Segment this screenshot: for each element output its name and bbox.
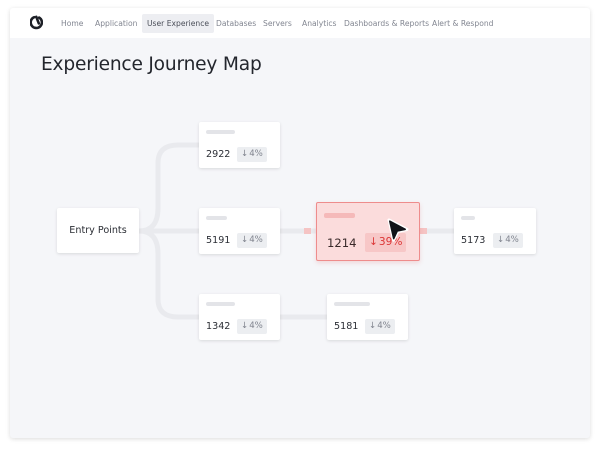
node-value: 1342 (206, 321, 231, 332)
node-value: 5181 (334, 321, 359, 332)
placeholder-bar (461, 216, 475, 220)
node-value: 5191 (206, 235, 231, 246)
placeholder-bar (206, 302, 235, 306)
arrow-down-icon: ↓ (369, 321, 377, 331)
app-window: Home Application User Experience Databas… (10, 8, 590, 438)
node-value: 1214 (327, 236, 357, 250)
connector-alert-in-marker (304, 228, 311, 234)
delta-badge: ↓4% (237, 319, 267, 334)
delta-value: 4% (249, 149, 263, 159)
delta-badge: ↓4% (493, 233, 523, 248)
arrow-down-icon: ↓ (241, 149, 249, 159)
node-value: 5173 (461, 235, 486, 246)
connector-entry-to-bottom (138, 228, 199, 320)
arrow-down-icon: ↓ (497, 235, 505, 245)
placeholder-bar (206, 130, 235, 134)
connector-entry-to-top (138, 142, 199, 234)
cursor-pointer-icon (387, 218, 409, 242)
journey-node-middle[interactable]: 5191 ↓4% (199, 208, 280, 254)
delta-badge: ↓4% (237, 233, 267, 248)
placeholder-bar (206, 216, 227, 220)
delta-value: 4% (377, 321, 391, 331)
delta-value: 4% (249, 321, 263, 331)
node-value: 2922 (206, 149, 231, 160)
journey-node-top[interactable]: 2922 ↓4% (199, 122, 280, 168)
entry-points-node[interactable]: Entry Points (57, 208, 139, 253)
delta-value: 4% (249, 235, 263, 245)
delta-badge: ↓4% (237, 147, 267, 162)
placeholder-bar (334, 302, 370, 306)
journey-node-bottom-right[interactable]: 5181 ↓4% (327, 294, 408, 340)
delta-value: 4% (505, 235, 519, 245)
screen: Home Application User Experience Databas… (0, 0, 600, 450)
connector-alert-out-marker (420, 228, 427, 234)
arrow-down-icon: ↓ (241, 235, 249, 245)
placeholder-bar (324, 213, 355, 218)
delta-badge: ↓4% (365, 319, 395, 334)
journey-node-right[interactable]: 5173 ↓4% (454, 208, 536, 254)
arrow-down-icon: ↓ (369, 236, 378, 248)
arrow-down-icon: ↓ (241, 321, 249, 331)
journey-node-bottom[interactable]: 1342 ↓4% (199, 294, 280, 340)
